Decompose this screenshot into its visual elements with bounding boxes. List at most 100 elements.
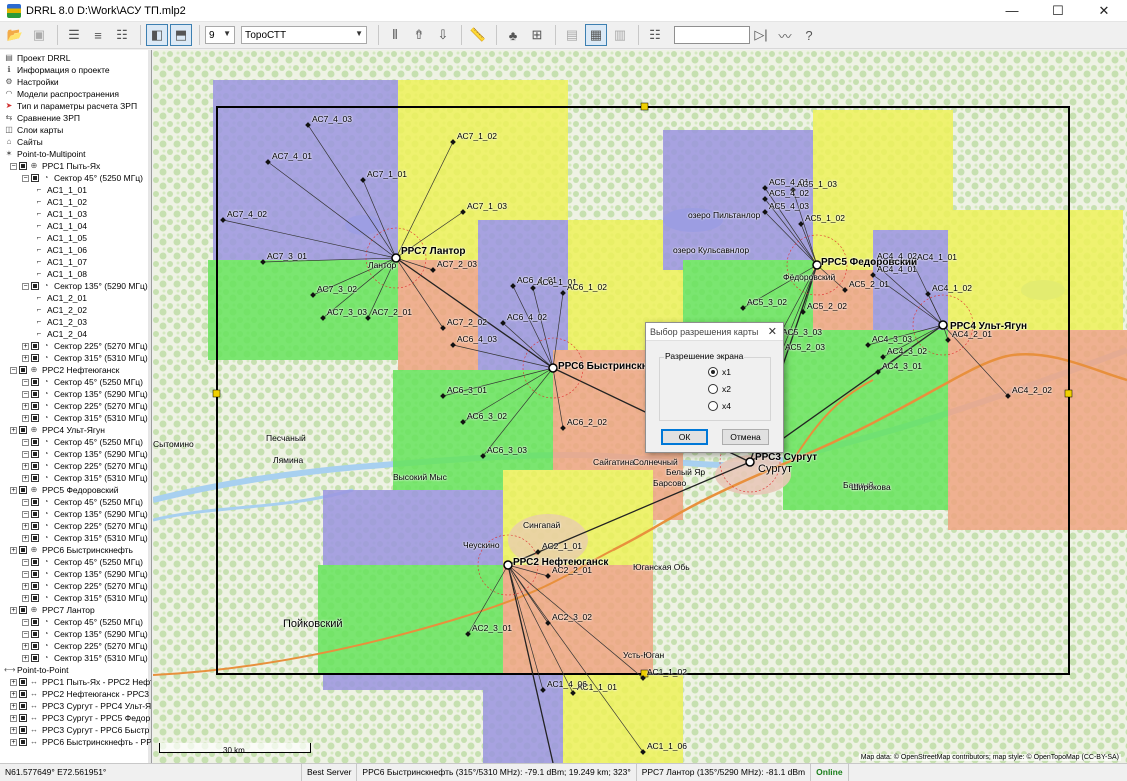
tree-item[interactable]: + ◔ Сектор 225° (5270 МГц)	[22, 580, 148, 592]
station-marker-icon[interactable]	[548, 363, 558, 373]
client-label[interactable]: АС4_4_02	[877, 251, 917, 261]
tree-item[interactable]: − ⊕ РРС2 Нефтеюганск	[10, 364, 119, 376]
client-label[interactable]: АС6_3_02	[467, 411, 507, 421]
project-tree[interactable]: ▤ Проект DRRL ℹ Информация о проекте ⚙ Настро…	[0, 50, 152, 763]
client-label[interactable]: АС6_2_02	[567, 417, 607, 427]
expander-icon[interactable]: +	[22, 522, 29, 530]
tree-item[interactable]: + ◔ Сектор 225° (5270 МГц)	[22, 640, 148, 652]
client-label[interactable]: АС2_3_02	[552, 612, 592, 622]
expander-icon[interactable]: +	[22, 474, 29, 482]
checkbox-icon[interactable]	[31, 522, 39, 530]
checkbox-icon[interactable]	[31, 450, 39, 458]
radio-button-icon[interactable]	[708, 401, 718, 411]
radio-x2[interactable]: x2	[708, 384, 731, 394]
checkbox-icon[interactable]	[31, 474, 39, 482]
tree-item[interactable]: + ◔ Сектор 225° (5270 МГц)	[22, 460, 148, 472]
client-label[interactable]: АС6_4_03	[457, 334, 497, 344]
tree-item[interactable]: − ◔ Сектор 45° (5250 МГц)	[22, 172, 143, 184]
checkbox-icon[interactable]	[31, 630, 39, 638]
tree-item[interactable]: + ◔ Сектор 315° (5310 МГц)	[22, 472, 148, 484]
tree-item[interactable]: + ⊕ РРС7 Лантор	[10, 604, 95, 616]
checkbox-icon[interactable]	[19, 738, 27, 746]
expander-icon[interactable]: −	[22, 618, 29, 626]
tree-item[interactable]: − ◔ Сектор 45° (5250 МГц)	[22, 616, 143, 628]
radio-x4[interactable]: x4	[708, 401, 731, 411]
expander-icon[interactable]: +	[10, 702, 17, 710]
checkbox-icon[interactable]	[31, 570, 39, 578]
tree-item[interactable]: ℹ Информация о проекте	[4, 64, 109, 76]
tree-item[interactable]: + ◔ Сектор 315° (5310 МГц)	[22, 652, 148, 664]
expander-icon[interactable]: +	[22, 462, 29, 470]
tree-item[interactable]: + ↔ РРС1 Пыть-Ях - РРС2 Нефт	[10, 676, 151, 688]
tree-item[interactable]: + ↔ РРС6 Быстринскнефть - РР	[10, 736, 151, 748]
ok-button[interactable]: ОК	[661, 429, 708, 445]
expander-icon[interactable]: +	[10, 690, 17, 698]
antenna-icon[interactable]: ⫴	[384, 24, 406, 46]
expander-icon[interactable]: +	[10, 606, 17, 614]
client-label[interactable]: АС7_2_03	[437, 259, 477, 269]
client-label[interactable]: АС5_2_02	[807, 301, 847, 311]
zoom-select[interactable]: 9 ▼	[205, 26, 235, 44]
tree-item[interactable]: ◠ Модели распространения	[4, 88, 120, 100]
tree-scrollbar[interactable]	[148, 50, 151, 763]
tree-item[interactable]: − ◔ Сектор 135° (5290 МГц)	[22, 508, 148, 520]
client-label[interactable]: АС5_1_02	[805, 213, 845, 223]
tree-item[interactable]: + ◔ Сектор 315° (5310 МГц)	[22, 532, 148, 544]
tree-item[interactable]: − ◔ Сектор 135° (5290 МГц)	[22, 388, 148, 400]
expander-icon[interactable]: −	[22, 570, 29, 578]
tree-item[interactable]: + ↔ РРС3 Сургут - РРС6 Быстр	[10, 724, 149, 736]
ruler-icon[interactable]: 📏	[467, 24, 489, 46]
client-label[interactable]: АС6_1_02	[567, 282, 607, 292]
expander-icon[interactable]: +	[10, 726, 17, 734]
map-view[interactable]: РРС7 Лантор РРС6 Быстринскне РРС5 Федоровс…	[153, 50, 1127, 763]
checkbox-icon[interactable]	[19, 726, 27, 734]
tree-item[interactable]: + ⊕ РРС5 Федоровский	[10, 484, 119, 496]
expander-icon[interactable]: +	[22, 402, 29, 410]
tree-item[interactable]: + ◔ Сектор 315° (5310 МГц)	[22, 592, 148, 604]
checkbox-icon[interactable]	[31, 594, 39, 602]
client-label[interactable]: АС4_3_02	[887, 346, 927, 356]
station-label[interactable]: РРС6 Быстринскне	[558, 361, 653, 372]
client-label[interactable]: АС4_1_01	[917, 252, 957, 262]
checkbox-icon[interactable]	[19, 366, 27, 374]
tree-item[interactable]: − ◔ Сектор 45° (5250 МГц)	[22, 496, 143, 508]
panel-top-icon[interactable]: ⬒	[170, 24, 192, 46]
expander-icon[interactable]: +	[22, 342, 29, 350]
expander-icon[interactable]: +	[22, 534, 29, 542]
client-label[interactable]: АС7_2_01	[372, 307, 412, 317]
boundary-handle[interactable]	[1064, 389, 1073, 398]
expander-icon[interactable]: +	[22, 414, 29, 422]
boundary-handle[interactable]	[212, 389, 221, 398]
tree-item[interactable]: ⌐ АС1_2_02	[34, 304, 87, 316]
station-marker-icon[interactable]	[745, 457, 755, 467]
download-route-icon[interactable]: ⇩	[432, 24, 454, 46]
client-label[interactable]: АС5_4_02	[769, 188, 809, 198]
tree-item[interactable]: ⇆ Сравнение ЗРП	[4, 112, 80, 124]
checkbox-icon[interactable]	[31, 438, 39, 446]
tree-item[interactable]: ➤ Тип и параметры расчета ЗРП	[4, 100, 137, 112]
client-label[interactable]: АС7_4_02	[227, 209, 267, 219]
map-resolution-dialog[interactable]: Выбор разрешения карты ✕ Разрешение экра…	[645, 322, 784, 453]
dialog-close-icon[interactable]: ✕	[768, 325, 777, 338]
client-label[interactable]: АС7_1_02	[457, 131, 497, 141]
checkbox-icon[interactable]	[19, 690, 27, 698]
tree-item[interactable]: ⌐ АС1_2_03	[34, 316, 87, 328]
tree-item[interactable]: ⌐ АС1_1_08	[34, 268, 87, 280]
tree-item[interactable]: + ⊕ РРС4 Ульт-Ягун	[10, 424, 105, 436]
checkbox-icon[interactable]	[31, 354, 39, 362]
tree-item[interactable]: − ◔ Сектор 135° (5290 МГц)	[22, 568, 148, 580]
panel-left-icon[interactable]: ◧	[146, 24, 168, 46]
checkbox-icon[interactable]	[31, 654, 39, 662]
checkbox-icon[interactable]	[31, 642, 39, 650]
client-label[interactable]: АС5_2_01	[849, 279, 889, 289]
station-marker-icon[interactable]	[938, 320, 948, 330]
checkbox-icon[interactable]	[31, 390, 39, 398]
table-icon[interactable]: ☷	[644, 24, 666, 46]
tree-item[interactable]: ▤ Проект DRRL	[4, 52, 70, 64]
tree-item[interactable]: + ◔ Сектор 225° (5270 МГц)	[22, 520, 148, 532]
export-image-icon[interactable]: ▦	[585, 24, 607, 46]
expander-icon[interactable]: −	[22, 378, 29, 386]
client-label[interactable]: АС6_3_03	[487, 445, 527, 455]
expander-icon[interactable]: −	[22, 510, 29, 518]
expander-icon[interactable]: −	[22, 282, 29, 290]
